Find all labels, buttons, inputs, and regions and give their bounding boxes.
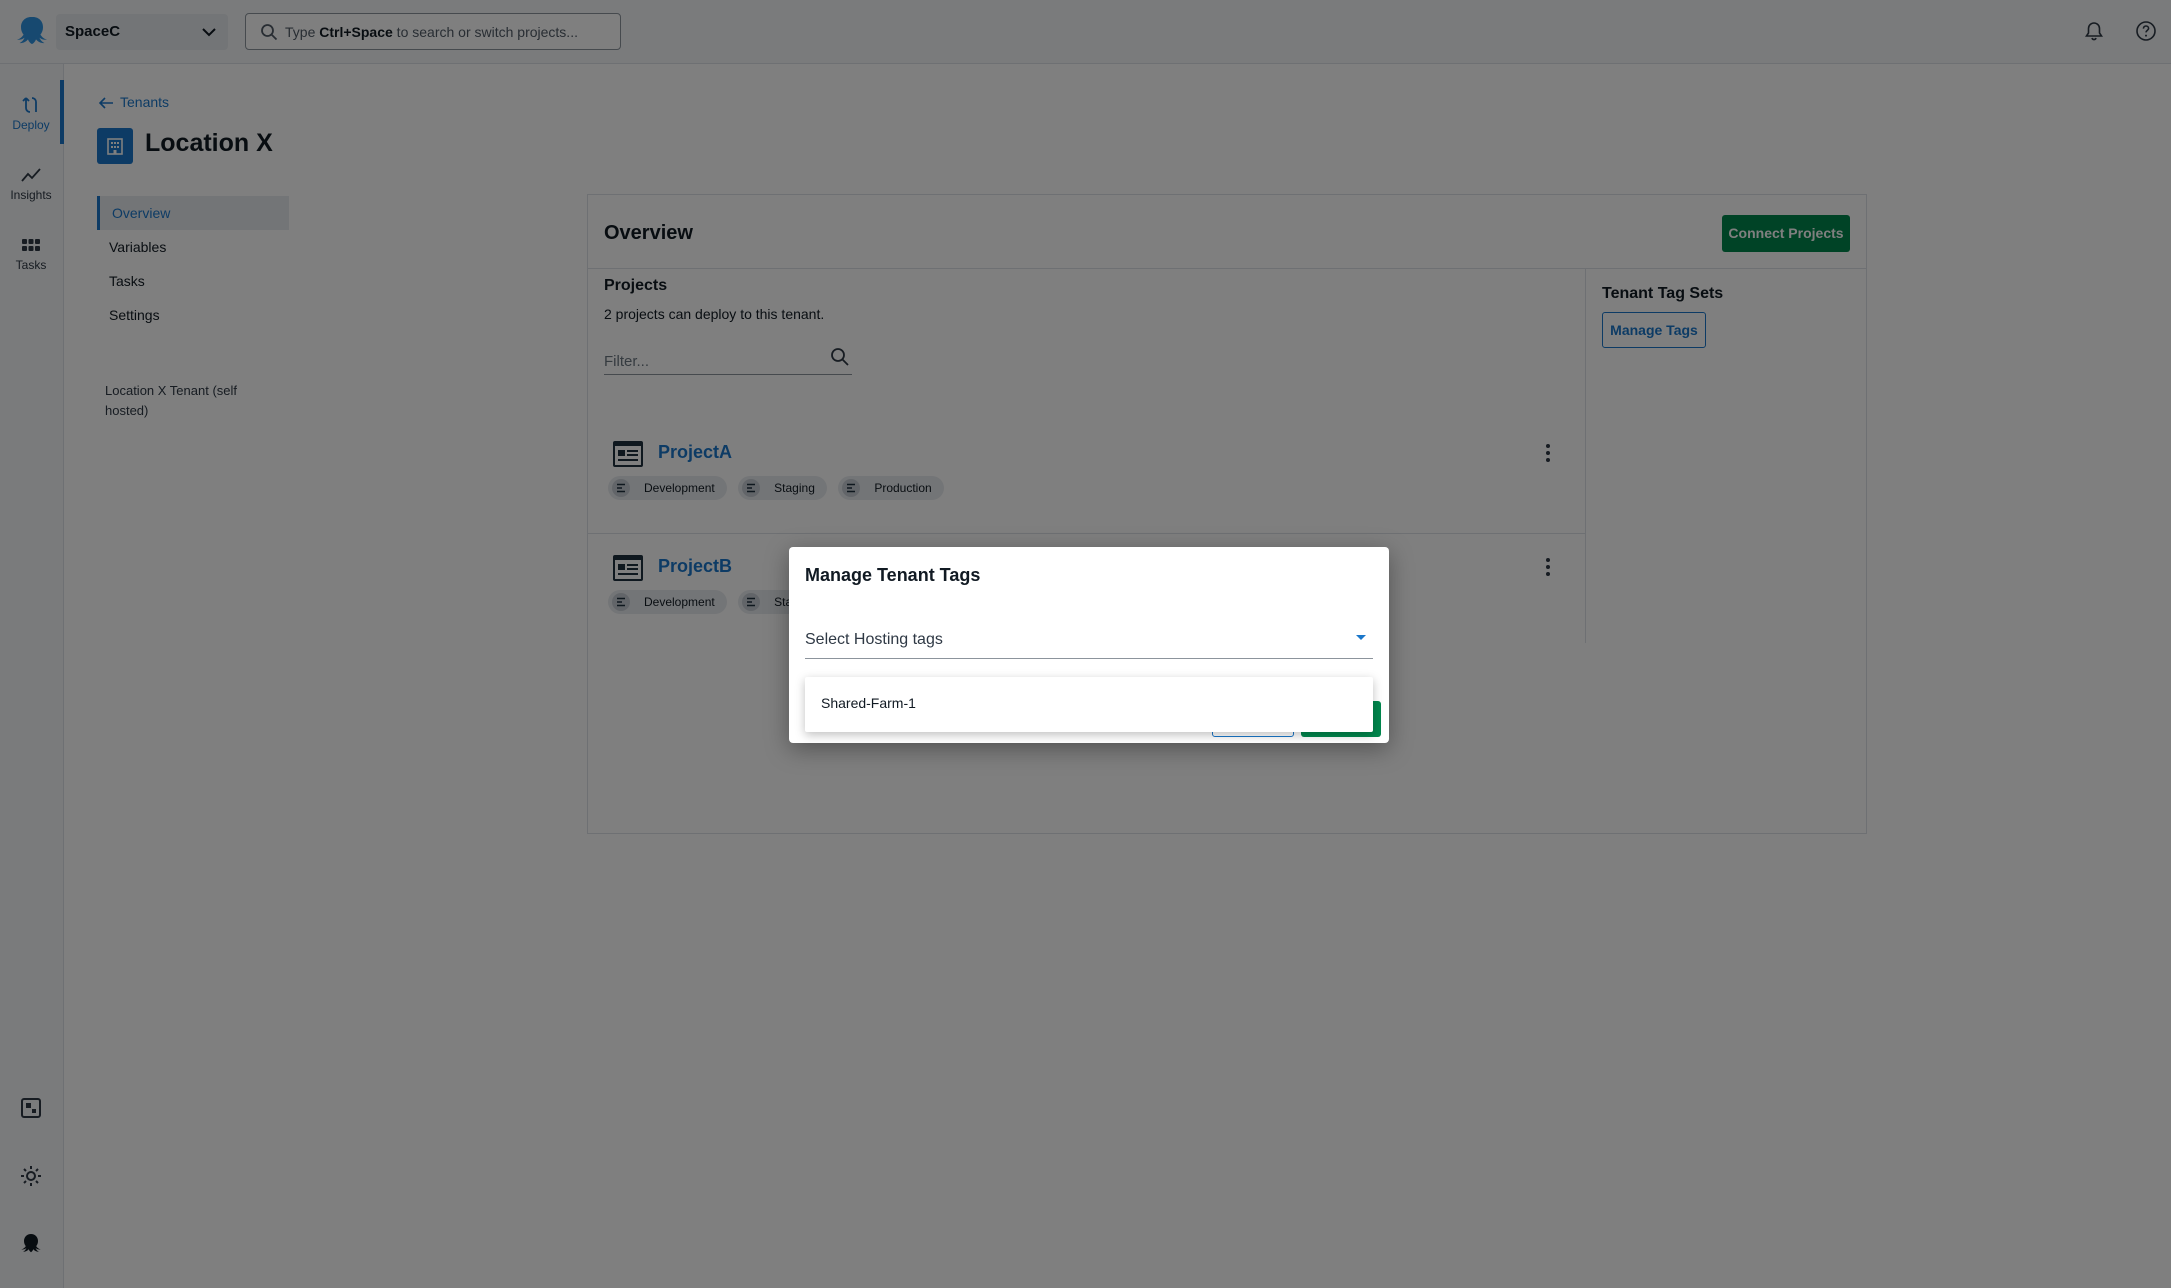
- hosting-tags-select[interactable]: Select Hosting tags: [805, 623, 1373, 659]
- dropdown-option[interactable]: Shared-Farm-1: [821, 695, 916, 711]
- select-placeholder: Select Hosting tags: [805, 631, 943, 648]
- manage-tenant-tags-dialog: Manage Tenant Tags Select Hosting tags S…: [789, 547, 1389, 743]
- dropdown-arrow-icon: [1356, 635, 1366, 640]
- hosting-tags-dropdown: Shared-Farm-1: [805, 677, 1373, 732]
- dialog-title: Manage Tenant Tags: [805, 565, 981, 585]
